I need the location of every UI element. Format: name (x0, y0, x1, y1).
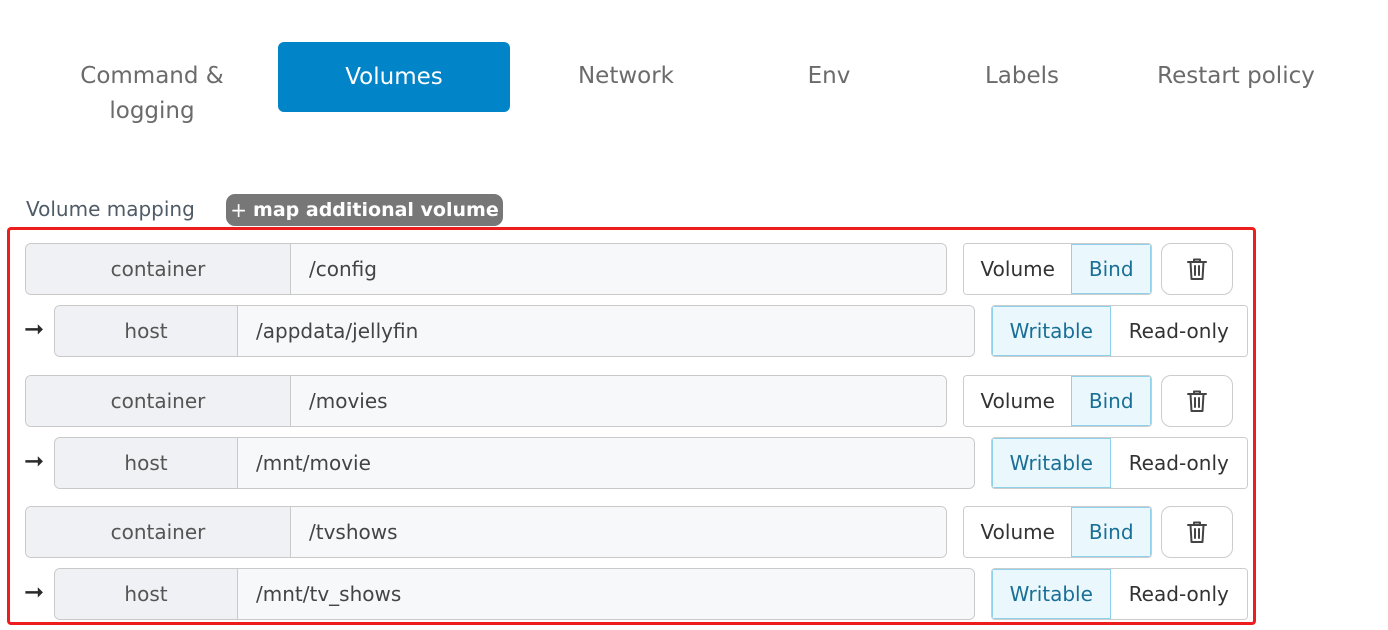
host-path-group: host (54, 305, 975, 357)
arrow-right-icon: ➞ (24, 447, 45, 475)
tab-restart-policy[interactable]: Restart policy (1136, 59, 1336, 94)
tab-network[interactable]: Network (546, 59, 706, 94)
volume-mapping-row: container Volume Bind ➞ host Writable Re… (0, 375, 1388, 499)
access-mode-toggle: Writable Read-only (991, 568, 1248, 620)
tab-label: Command & (80, 63, 224, 89)
host-path-group: host (54, 437, 975, 489)
host-addon: host (55, 306, 238, 356)
container-path-input[interactable] (291, 244, 946, 294)
tab-label: logging (109, 98, 195, 124)
add-button-label: map additional volume (253, 199, 499, 221)
container-path-input[interactable] (291, 376, 946, 426)
tab-env[interactable]: Env (779, 59, 879, 94)
trash-icon (1187, 258, 1207, 280)
container-addon: container (26, 507, 291, 557)
volume-type-toggle: Volume Bind (963, 375, 1152, 427)
read-only-option[interactable]: Read-only (1110, 306, 1247, 356)
volume-mapping-label: Volume mapping (26, 197, 195, 221)
read-only-option[interactable]: Read-only (1110, 569, 1247, 619)
access-mode-toggle: Writable Read-only (991, 305, 1248, 357)
delete-mapping-button[interactable] (1161, 506, 1233, 558)
writable-option[interactable]: Writable (992, 306, 1111, 356)
host-path-group: host (54, 568, 975, 620)
tab-volumes[interactable]: Volumes (278, 42, 510, 112)
map-additional-volume-button[interactable]: + map additional volume (226, 194, 503, 226)
volume-option[interactable]: Volume (964, 507, 1072, 557)
container-path-group: container (25, 375, 947, 427)
host-path-input[interactable] (238, 438, 974, 488)
arrow-right-icon: ➞ (24, 315, 45, 343)
trash-icon (1187, 390, 1207, 412)
delete-mapping-button[interactable] (1161, 375, 1233, 427)
read-only-option[interactable]: Read-only (1110, 438, 1247, 488)
writable-option[interactable]: Writable (992, 569, 1111, 619)
writable-option[interactable]: Writable (992, 438, 1111, 488)
container-path-group: container (25, 243, 947, 295)
volume-type-toggle: Volume Bind (963, 506, 1152, 558)
container-addon: container (26, 376, 291, 426)
delete-mapping-button[interactable] (1161, 243, 1233, 295)
host-path-input[interactable] (238, 306, 974, 356)
container-path-group: container (25, 506, 947, 558)
tab-labels[interactable]: Labels (962, 59, 1082, 94)
volume-option[interactable]: Volume (964, 376, 1072, 426)
container-path-input[interactable] (291, 507, 946, 557)
volume-mapping-row: container Volume Bind ➞ host Writable Re… (0, 243, 1388, 367)
container-addon: container (26, 244, 291, 294)
volume-option[interactable]: Volume (964, 244, 1072, 294)
tab-label: Volumes (345, 63, 443, 90)
host-addon: host (55, 438, 238, 488)
bind-option[interactable]: Bind (1071, 507, 1151, 557)
volume-mapping-row: container Volume Bind ➞ host Writable Re… (0, 506, 1388, 630)
tab-label: Env (807, 63, 851, 89)
access-mode-toggle: Writable Read-only (991, 437, 1248, 489)
bind-option[interactable]: Bind (1071, 244, 1151, 294)
host-path-input[interactable] (238, 569, 974, 619)
tab-label: Labels (984, 63, 1060, 89)
trash-icon (1187, 521, 1207, 543)
bind-option[interactable]: Bind (1071, 376, 1151, 426)
arrow-right-icon: ➞ (24, 578, 45, 606)
tab-label: Network (577, 63, 675, 89)
plus-icon: + (230, 198, 248, 222)
host-addon: host (55, 569, 238, 619)
tab-command-logging[interactable]: Command & logging (62, 59, 242, 129)
volume-type-toggle: Volume Bind (963, 243, 1152, 295)
tab-label: Restart policy (1157, 63, 1315, 89)
